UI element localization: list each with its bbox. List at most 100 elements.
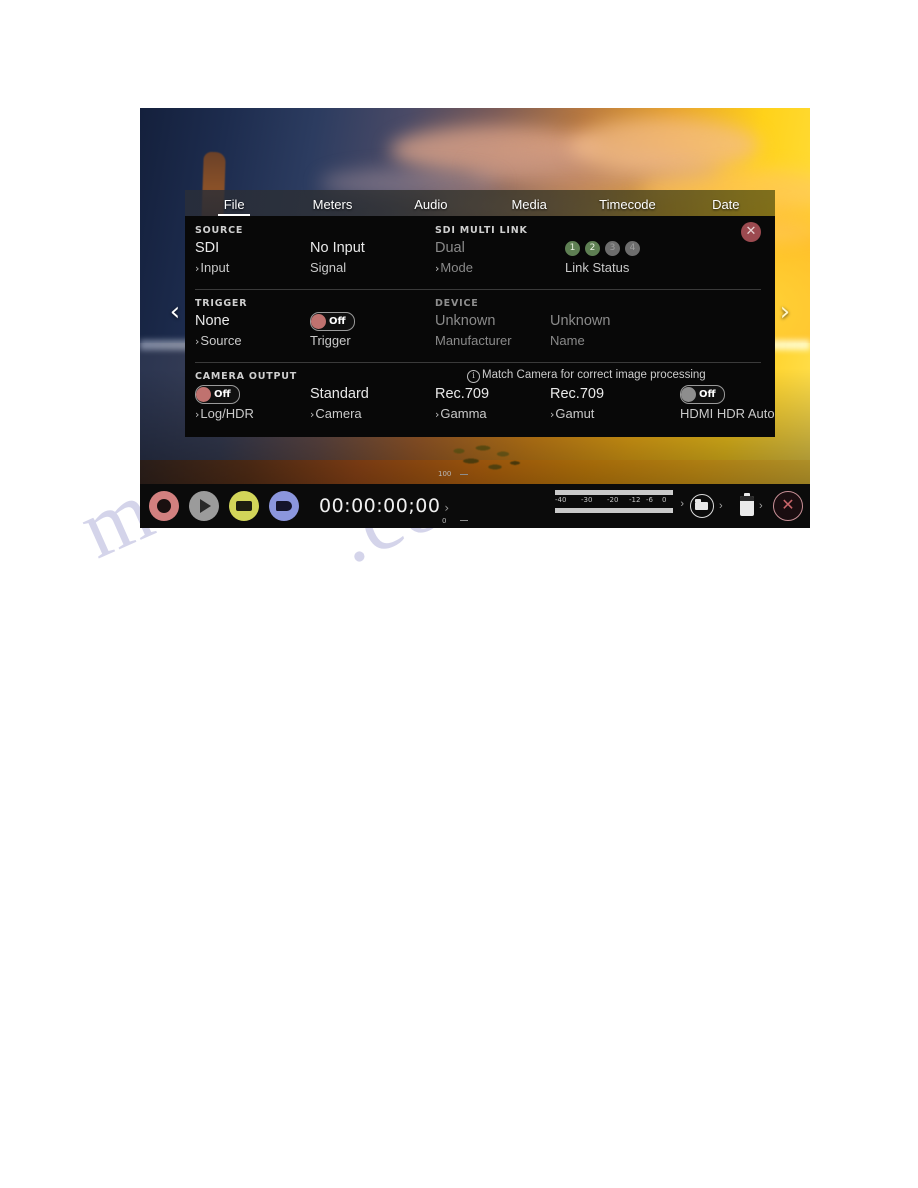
folder-icon [690,494,714,518]
output-button[interactable] [269,491,299,521]
field-log-hdr-label: ›Log/HDR [195,406,254,421]
tab-audio[interactable]: Audio [382,197,480,216]
mini-scale-bottom-label: 0 [442,517,447,525]
tab-date[interactable]: Date [677,197,775,216]
battery-button[interactable]: › [740,493,763,516]
field-multilink-mode[interactable]: Dual ›Mode [435,239,473,278]
field-gamma[interactable]: Rec.709 ›Gamma [435,385,489,424]
output-icon [276,501,292,511]
field-camera-label: ›Camera [310,406,362,421]
field-trigger-source-label: ›Source [195,333,242,348]
monitor-icon [236,501,252,511]
divider [195,289,761,290]
section-title-sdi-multi-link: SDI MULTI LINK [435,225,528,236]
field-trigger-source[interactable]: None ›Source [195,312,242,351]
section-title-source: SOURCE [195,225,244,236]
chevron-left-icon[interactable]: ‹ [162,297,188,327]
device-screen: ‹ › File Meters Audio Media Timecode Dat… [140,108,810,528]
mini-scale-top-label: 100 [438,470,452,478]
chevron-right-icon: › [759,500,763,512]
toggle-knob [311,314,326,329]
chevron-right-icon: › [435,408,440,421]
field-hdmi-hdr-auto-label: HDMI HDR Auto [680,406,775,421]
chevron-right-icon: › [195,408,200,421]
chevron-right-icon: › [550,408,555,421]
info-icon: i [467,370,480,383]
field-hdmi-hdr-auto[interactable]: Off HDMI HDR Auto [680,385,775,423]
field-gamma-label: ›Gamma [435,406,487,421]
field-log-hdr[interactable]: Off ›Log/HDR [195,385,254,424]
field-device-name-value: Unknown [550,313,611,329]
section-title-trigger: TRIGGER [195,298,248,309]
field-device-manufacturer-value: Unknown [435,313,496,329]
field-trigger-toggle-label: Trigger [310,333,351,348]
toggle-hdmi-hdr-auto-state: Off [699,389,716,400]
field-multilink-mode-value: Dual [435,240,465,256]
row-source: SDI ›Input No Input Signal Dual ›Mode 1 … [195,239,775,281]
monitor-button[interactable] [229,491,259,521]
toggle-hdmi-hdr-auto[interactable]: Off [680,385,725,404]
audio-meter-fill [555,508,671,513]
audio-meter-channel-2 [555,508,673,513]
field-sdi-input-label: ›Input [195,260,230,275]
row-trigger: None ›Source Off Trigger Unknown Manufac… [195,312,775,354]
meter-tick--6: -6 [646,496,653,504]
media-button[interactable]: › [690,494,723,518]
field-sdi-input-value: SDI [195,240,220,256]
tab-media[interactable]: Media [480,197,578,216]
bottom-toolbar: 00:00:00;00› 100 0 -40 -30 -20 -12 -6 0 [140,470,810,528]
link-dot-3: 3 [605,241,620,256]
page-root: manualshive .com ‹ › File Meters Audio M… [0,0,918,1188]
meter-tick--40: -40 [555,496,567,504]
field-trigger-toggle[interactable]: Off Trigger [310,312,355,350]
link-status-label: Link Status [565,260,630,275]
field-camera[interactable]: Standard ›Camera [310,385,369,424]
mini-scale: 100 0 [438,470,468,528]
record-button[interactable] [149,491,179,521]
play-icon [200,499,211,513]
chevron-right-icon: › [435,262,440,275]
link-dot-1: 1 [565,241,580,256]
audio-meters[interactable]: -40 -30 -20 -12 -6 0 › [555,490,684,513]
mini-scale-top-tick [460,474,468,475]
play-button[interactable] [189,491,219,521]
field-trigger-source-value: None [195,313,230,329]
field-device-name-label: Name [550,333,585,348]
field-camera-value: Standard [310,386,369,402]
toggle-knob [196,387,211,402]
section-title-camera-output: CAMERA OUTPUT [195,371,298,382]
row-camera-output: Off ›Log/HDR Standard ›Camera Rec.709 ›G… [195,385,775,427]
chevron-right-icon[interactable]: › [772,297,798,327]
field-device-manufacturer-label: Manufacturer [435,333,512,348]
toggle-log-hdr[interactable]: Off [195,385,240,404]
link-dot-4: 4 [625,241,640,256]
tab-timecode[interactable]: Timecode [578,197,676,216]
field-device-manufacturer: Unknown Manufacturer [435,312,512,350]
chevron-right-icon: › [195,262,200,275]
link-dot-2: 2 [585,241,600,256]
chevron-right-icon: › [310,408,315,421]
tab-meters[interactable]: Meters [283,197,381,216]
timecode-value: 00:00:00;00 [319,495,441,517]
meter-tick--12: -12 [629,496,641,504]
timecode-display[interactable]: 00:00:00;00 › [319,495,450,517]
close-button[interactable]: ✕ [773,491,803,521]
tab-file[interactable]: File [185,197,283,216]
field-sdi-input[interactable]: SDI ›Input [195,239,229,278]
field-gamut-label: ›Gamut [550,406,595,421]
audio-meter-channel-1 [555,490,673,495]
field-gamut[interactable]: Rec.709 ›Gamut [550,385,604,424]
chevron-right-icon[interactable]: › [680,498,684,510]
record-icon [157,499,171,513]
field-signal: No Input Signal [310,239,365,277]
field-multilink-mode-label: ›Mode [435,260,473,275]
field-device-name: Unknown Name [550,312,610,350]
section-title-device: DEVICE [435,298,479,309]
divider [195,362,761,363]
toggle-trigger-state: Off [329,316,346,327]
chevron-right-icon: › [719,500,723,512]
toggle-log-hdr-state: Off [214,389,231,400]
toggle-trigger[interactable]: Off [310,312,355,331]
meter-tick--20: -20 [607,496,619,504]
camera-output-info-text: Match Camera for correct image processin… [482,369,706,381]
